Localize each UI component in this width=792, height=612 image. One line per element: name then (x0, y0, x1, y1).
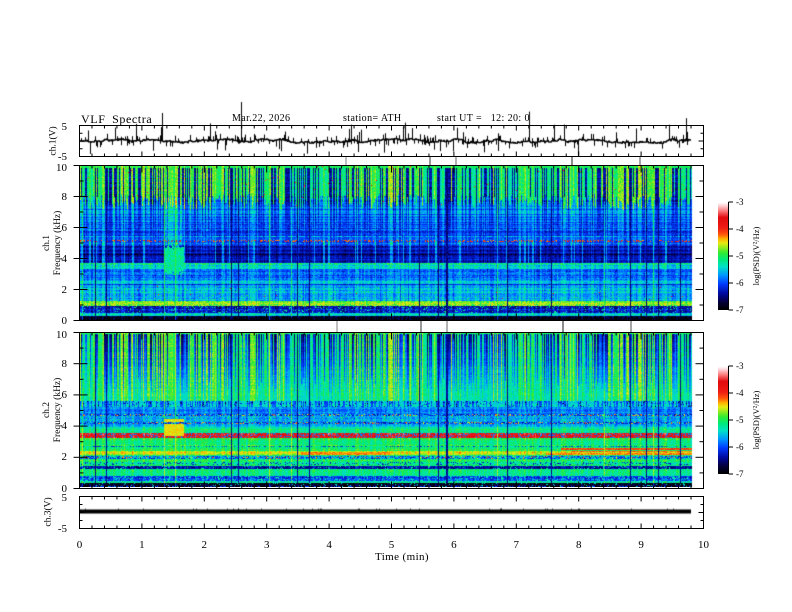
svg-text:Frequency (kHz): Frequency (kHz) (52, 378, 63, 443)
svg-text:ch.1: ch.1 (42, 235, 52, 251)
svg-text:log(PSD)(V²/Hz): log(PSD)(V²/Hz) (751, 390, 761, 449)
svg-text:ch.2: ch.2 (42, 402, 52, 418)
svg-text:log(PSD)(V²/Hz): log(PSD)(V²/Hz) (751, 226, 761, 285)
svg-text:Frequency (kHz): Frequency (kHz) (52, 211, 63, 276)
